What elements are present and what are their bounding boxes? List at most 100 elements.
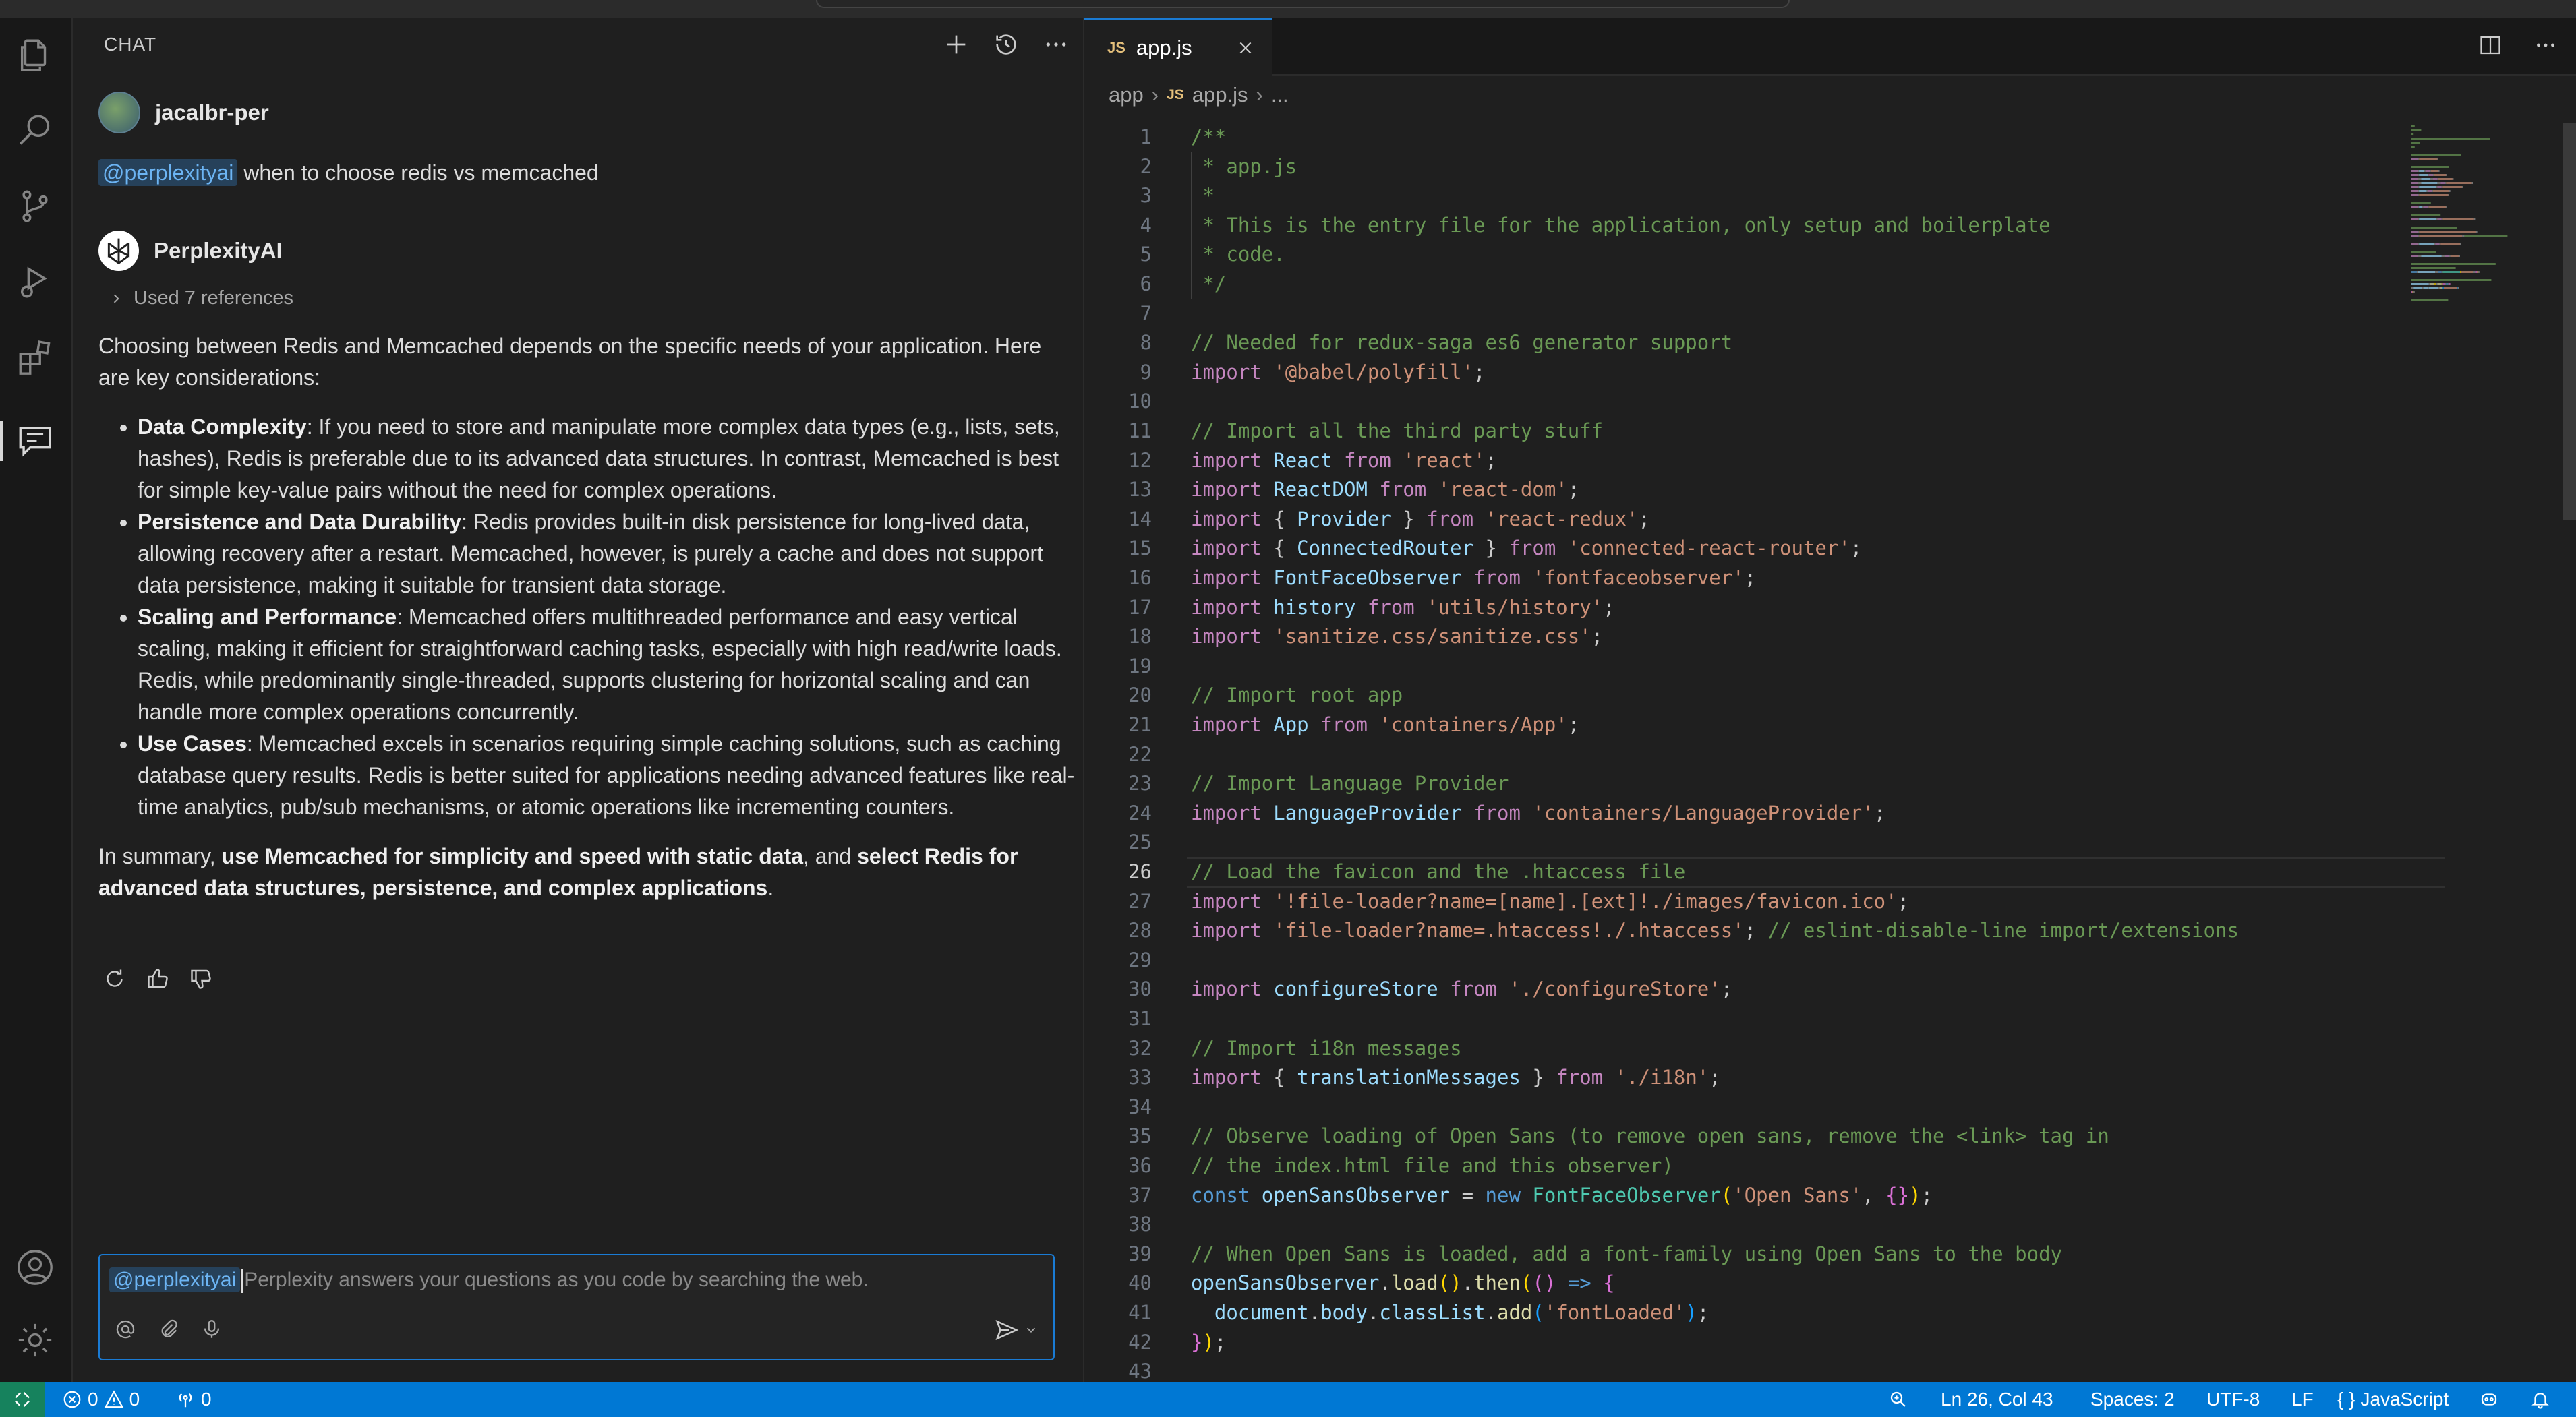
- code-line[interactable]: import LanguageProvider from 'containers…: [1191, 799, 1885, 828]
- answer-bullets: Data Complexity: If you need to store an…: [98, 411, 1076, 823]
- send-icon: [995, 1319, 1019, 1341]
- line-number: 32: [1128, 1036, 1152, 1060]
- account-icon[interactable]: [13, 1246, 57, 1289]
- line-number: 10: [1128, 390, 1152, 413]
- zoom-indicator[interactable]: [1888, 1382, 1908, 1417]
- line-number: 16: [1128, 566, 1152, 589]
- code-line[interactable]: // Observe loading of Open Sans (to remo…: [1191, 1122, 2109, 1151]
- line-number: 38: [1128, 1213, 1152, 1236]
- end-of-line[interactable]: LF: [2291, 1382, 2314, 1417]
- new-chat-plus-icon[interactable]: [941, 30, 971, 59]
- vertical-scrollbar[interactable]: [2563, 123, 2576, 520]
- code-line[interactable]: import 'file-loader?name=.htaccess!./.ht…: [1191, 916, 2239, 946]
- code-line[interactable]: * code.: [1191, 240, 1285, 270]
- tab-app-js[interactable]: JS app.js: [1084, 18, 1272, 76]
- cursor-position[interactable]: Ln 26, Col 43: [1941, 1382, 2053, 1417]
- mention-at-icon[interactable]: [112, 1316, 139, 1343]
- more-actions-icon[interactable]: [2531, 31, 2560, 59]
- code-line[interactable]: openSansObserver.load().then(() => {: [1191, 1269, 1615, 1298]
- chat-icon[interactable]: [0, 419, 57, 462]
- bell-icon: [2531, 1393, 2549, 1409]
- chat-input-placeholder: Perplexity answers your questions as you…: [244, 1269, 869, 1291]
- close-icon[interactable]: [1234, 36, 1257, 59]
- search-icon[interactable]: [13, 109, 57, 152]
- code-line[interactable]: // Import root app: [1191, 681, 1403, 711]
- error-icon: [63, 1391, 81, 1408]
- chat-input-tools: [112, 1316, 225, 1343]
- split-editor-icon[interactable]: [2476, 31, 2505, 59]
- line-number: 19: [1128, 654, 1152, 677]
- code-line[interactable]: // Import i18n messages: [1191, 1034, 1462, 1064]
- code-line[interactable]: import { ConnectedRouter } from 'connect…: [1191, 534, 1862, 564]
- notifications-bell[interactable]: [2530, 1382, 2550, 1417]
- code-line[interactable]: import configureStore from './configureS…: [1191, 975, 1732, 1004]
- code-line[interactable]: document.body.classList.add('fontLoaded'…: [1191, 1298, 1709, 1328]
- code-line[interactable]: });: [1191, 1328, 1226, 1358]
- assistant-name: PerplexityAI: [154, 238, 283, 263]
- chat-panel-actions: [941, 30, 1071, 59]
- line-number: 12: [1128, 448, 1152, 472]
- code-line[interactable]: // the index.html file and this observer…: [1191, 1151, 1674, 1181]
- command-center[interactable]: [816, 0, 1790, 8]
- code-line[interactable]: const openSansObserver = new FontFaceObs…: [1191, 1181, 1933, 1211]
- code-line[interactable]: /**: [1191, 123, 1226, 152]
- code-line[interactable]: import '@babel/polyfill';: [1191, 358, 1486, 388]
- code-line[interactable]: // Import all the third party stuff: [1191, 417, 1603, 446]
- answer-summary: In summary, use Memcached for simplicity…: [98, 841, 1076, 904]
- code-line[interactable]: // Load the favicon and the .htaccess fi…: [1191, 857, 1685, 887]
- source-control-icon[interactable]: [13, 185, 57, 228]
- thumbs-down-icon[interactable]: [186, 964, 216, 994]
- activity-bar: [0, 18, 73, 1382]
- run-debug-icon[interactable]: [13, 260, 57, 303]
- send-button[interactable]: [994, 1317, 1038, 1343]
- more-actions-icon[interactable]: [1041, 30, 1071, 59]
- references-toggle[interactable]: Used 7 references: [109, 287, 293, 309]
- extensions-icon[interactable]: [13, 336, 57, 379]
- attach-paperclip-icon[interactable]: [155, 1316, 182, 1343]
- code-line[interactable]: * app.js: [1191, 152, 1297, 182]
- braces-icon: { }: [2337, 1389, 2355, 1410]
- code-line[interactable]: import 'sanitize.css/sanitize.css';: [1191, 622, 1603, 652]
- code-line[interactable]: import '!file-loader?name=[name].[ext]!.…: [1191, 887, 1909, 917]
- line-number: 24: [1128, 801, 1152, 824]
- settings-gear-icon[interactable]: [13, 1319, 57, 1362]
- assistant-header: PerplexityAI: [98, 231, 283, 271]
- code-line[interactable]: *: [1191, 181, 1214, 211]
- copilot-indicator[interactable]: [2479, 1382, 2499, 1417]
- problems-indicator[interactable]: 0 0: [62, 1382, 140, 1417]
- code-line[interactable]: // When Open Sans is loaded, add a font-…: [1191, 1240, 2062, 1269]
- chevron-down-icon[interactable]: [1024, 1323, 1038, 1337]
- code-line[interactable]: import FontFaceObserver from 'fontfaceob…: [1191, 564, 1756, 593]
- code-line[interactable]: // Import Language Provider: [1191, 769, 1509, 799]
- code-line[interactable]: // Needed for redux-saga es6 generator s…: [1191, 328, 1732, 358]
- chat-input-line[interactable]: @perplexityai Perplexity answers your que…: [109, 1267, 869, 1294]
- microphone-icon[interactable]: [198, 1316, 225, 1343]
- history-icon[interactable]: [991, 30, 1021, 59]
- breadcrumb-more[interactable]: ...: [1271, 83, 1289, 107]
- remote-indicator[interactable]: [0, 1382, 45, 1417]
- breadcrumb-folder[interactable]: app: [1109, 83, 1144, 107]
- user-avatar: [98, 92, 140, 133]
- code-line[interactable]: import ReactDOM from 'react-dom';: [1191, 475, 1579, 505]
- code-line[interactable]: import history from 'utils/history';: [1191, 593, 1615, 623]
- user-message-mention[interactable]: @perplexityai: [98, 159, 238, 186]
- retry-icon[interactable]: [100, 964, 129, 994]
- code-line[interactable]: import { translationMessages } from './i…: [1191, 1063, 1721, 1093]
- ports-indicator[interactable]: 0: [175, 1382, 212, 1417]
- explorer-icon[interactable]: [13, 34, 57, 77]
- thumbs-up-icon[interactable]: [143, 964, 173, 994]
- language-mode[interactable]: { } JavaScript: [2337, 1382, 2449, 1417]
- chat-input[interactable]: @perplexityai Perplexity answers your que…: [98, 1254, 1055, 1360]
- code-line[interactable]: import { Provider } from 'react-redux';: [1191, 505, 1650, 535]
- line-number: 40: [1128, 1271, 1152, 1295]
- code-line[interactable]: * This is the entry file for the applica…: [1191, 211, 2050, 241]
- code-editor[interactable]: 1 /** 2 * app.js 3 * 4 * This is the entry f…: [1084, 123, 2576, 1390]
- code-line[interactable]: import React from 'react';: [1191, 446, 1497, 476]
- breadcrumb-file[interactable]: app.js: [1192, 83, 1248, 107]
- encoding[interactable]: UTF-8: [2206, 1382, 2260, 1417]
- code-line[interactable]: */: [1191, 270, 1226, 299]
- line-number: 5: [1140, 243, 1152, 266]
- code-line[interactable]: import App from 'containers/App';: [1191, 711, 1579, 740]
- minimap[interactable]: [2409, 123, 2537, 406]
- indentation[interactable]: Spaces: 2: [2090, 1382, 2175, 1417]
